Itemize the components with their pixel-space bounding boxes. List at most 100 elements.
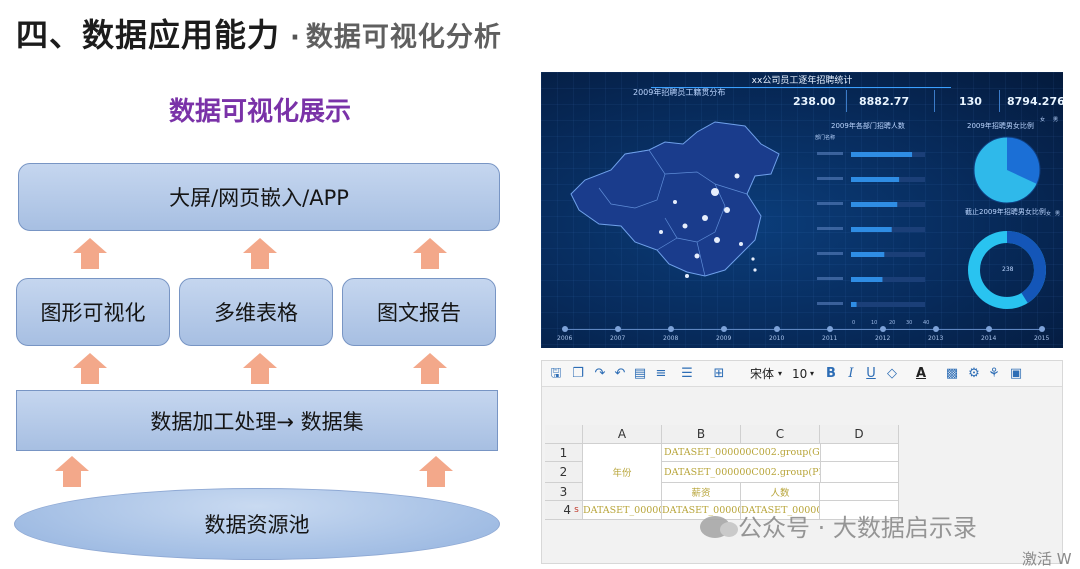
cell-b1[interactable]: DATASET_000000C002.group(GENDER) <box>662 444 821 462</box>
chevron-down-icon[interactable]: ▾ <box>778 366 782 382</box>
china-map <box>570 121 780 278</box>
timeline-year[interactable]: 2012 <box>875 335 890 342</box>
output-box: 大屏/网页嵌入/APP <box>18 163 500 231</box>
processing-box: 数据加工处理→ 数据集 <box>16 390 498 451</box>
cell-d3[interactable] <box>820 483 899 501</box>
bar-tick: 30 <box>906 320 913 326</box>
diagram-title: 数据可视化展示 <box>168 97 351 127</box>
donut-center-value: 238 <box>1002 266 1014 273</box>
italic-button[interactable]: I <box>844 366 858 382</box>
timeline-year[interactable]: 2013 <box>928 335 943 342</box>
bar-tick: 0 <box>852 320 856 326</box>
gear-icon[interactable]: ⚙ <box>966 366 982 382</box>
chevron-down-icon[interactable]: ▾ <box>810 366 814 382</box>
pie-title: 2009年招聘男女比例 <box>967 122 1034 130</box>
column-header[interactable]: B <box>662 425 741 444</box>
map-title: 2009年招聘员工籍贯分布 <box>633 88 726 97</box>
bar-category-label <box>817 252 843 255</box>
graphic-visualization-box: 图形可视化 <box>16 278 170 346</box>
timeline-year[interactable]: 2014 <box>981 335 996 342</box>
cell-a1[interactable]: 年份 <box>583 444 662 501</box>
row-header[interactable]: 1 <box>545 444 583 462</box>
page-title: 四、数据应用能力 <box>16 16 281 54</box>
align-center-icon[interactable]: ☰ <box>678 366 696 382</box>
bar <box>851 177 900 182</box>
watermark-text: 公众号 · 大数据启示录 <box>738 514 977 542</box>
bar <box>851 202 898 207</box>
bar-category-label <box>817 277 843 280</box>
dashboard-title: xx公司员工逐年招聘统计 <box>751 76 853 86</box>
bar <box>851 277 883 282</box>
column-header[interactable]: D <box>820 425 899 444</box>
timeline-year[interactable]: 2015 <box>1034 335 1049 342</box>
page-subtitle: 数据可视化分析 <box>305 22 502 53</box>
page-header: 四、数据应用能力 · 数据可视化分析 <box>16 10 502 58</box>
row-header[interactable]: 2 <box>545 462 583 483</box>
timeline-year[interactable]: 2008 <box>663 335 678 342</box>
timeline-year[interactable]: 2010 <box>769 335 784 342</box>
save-as-icon[interactable]: ❐ <box>570 366 586 382</box>
cell-d2[interactable] <box>821 462 899 483</box>
cell-b3[interactable]: 薪资 <box>662 483 741 501</box>
timeline-year[interactable]: 2011 <box>822 335 837 342</box>
align-left-icon[interactable]: ≡ <box>652 366 670 382</box>
department-bar-chart <box>817 152 925 307</box>
legend-male: 男 <box>1055 211 1061 217</box>
bar-tick: 20 <box>889 320 896 326</box>
gender-pie <box>973 136 1041 204</box>
donut-title: 截止2009年招聘男女比例 <box>965 208 1046 216</box>
timeline-year[interactable]: 2006 <box>557 335 572 342</box>
column-header[interactable]: C <box>741 425 820 444</box>
preview-icon[interactable]: ▣ <box>1008 366 1024 382</box>
activation-notice: 激活 W <box>1022 550 1072 568</box>
bar-category-label <box>817 152 843 155</box>
bar-category-label <box>817 227 843 230</box>
kpi-value: 130 <box>959 95 982 108</box>
kpi-value: 238.00 <box>793 95 836 108</box>
bar <box>851 252 885 257</box>
bar-category-label <box>817 202 843 205</box>
dashboard-screenshot: xx公司员工逐年招聘统计 2009年招聘员工籍贯分布 238.00 8882.7… <box>541 72 1063 348</box>
clear-format-icon[interactable]: ▤ <box>632 366 648 382</box>
bar-axis-title: 部门名称 <box>815 135 836 141</box>
legend-female: 女 <box>1046 211 1052 217</box>
bold-button[interactable]: B <box>824 366 838 382</box>
font-family-select[interactable]: 宋体 <box>750 366 774 382</box>
redo-icon[interactable]: ↷ <box>592 366 608 382</box>
legend-male: 男 <box>1053 117 1059 123</box>
cell-a4[interactable]: DATASET_000000C002 <box>583 501 662 520</box>
save-icon[interactable]: 🖫 <box>548 366 564 382</box>
fill-color-icon[interactable]: ◇ <box>884 366 900 382</box>
settings-icon[interactable]: ⚘ <box>986 366 1002 382</box>
column-header[interactable]: A <box>583 425 662 444</box>
row-header[interactable]: 3 <box>545 483 583 501</box>
toolbar: 🖫 ❐ ↷ ↶ ▤ ≡ ☰ ⊞ 宋体 ▾ 10 ▾ B I U ◇ A ▩ ⚙ … <box>542 361 1062 387</box>
cell-b2[interactable]: DATASET_000000C002.group(PROVINCE) <box>662 462 821 483</box>
timeline-year[interactable]: 2007 <box>610 335 625 342</box>
bar <box>851 152 913 157</box>
watermark: 公众号 · 大数据启示录 <box>700 508 977 543</box>
underline-button[interactable]: U <box>864 366 878 382</box>
timeline-year[interactable]: 2009 <box>716 335 731 342</box>
corner-cell[interactable] <box>545 425 583 444</box>
title-separator: · <box>290 23 300 53</box>
wechat-icon <box>700 516 738 538</box>
bar-category-label <box>817 177 843 180</box>
undo-icon[interactable]: ↶ <box>612 366 628 382</box>
cell-c3[interactable]: 人数 <box>741 483 820 501</box>
row-header[interactable]: 4 <box>545 501 571 520</box>
cell-d1[interactable] <box>821 444 899 462</box>
kpi-value: 8882.77 <box>859 95 910 108</box>
border-icon[interactable]: ⊞ <box>710 366 728 382</box>
data-pool: 数据资源池 <box>14 488 500 560</box>
font-size-select[interactable]: 10 <box>792 366 807 382</box>
bar-tick: 10 <box>871 320 878 326</box>
image-icon[interactable]: ▩ <box>944 366 960 382</box>
multidimensional-table-box: 多维表格 <box>179 278 333 346</box>
bar-category-label <box>817 302 843 305</box>
font-color-button[interactable]: A <box>914 366 928 382</box>
bar-tick: 40 <box>923 320 930 326</box>
kpi-value: 8794.2769 <box>1007 95 1063 108</box>
bar <box>851 227 892 232</box>
row-marker: s <box>571 501 583 520</box>
